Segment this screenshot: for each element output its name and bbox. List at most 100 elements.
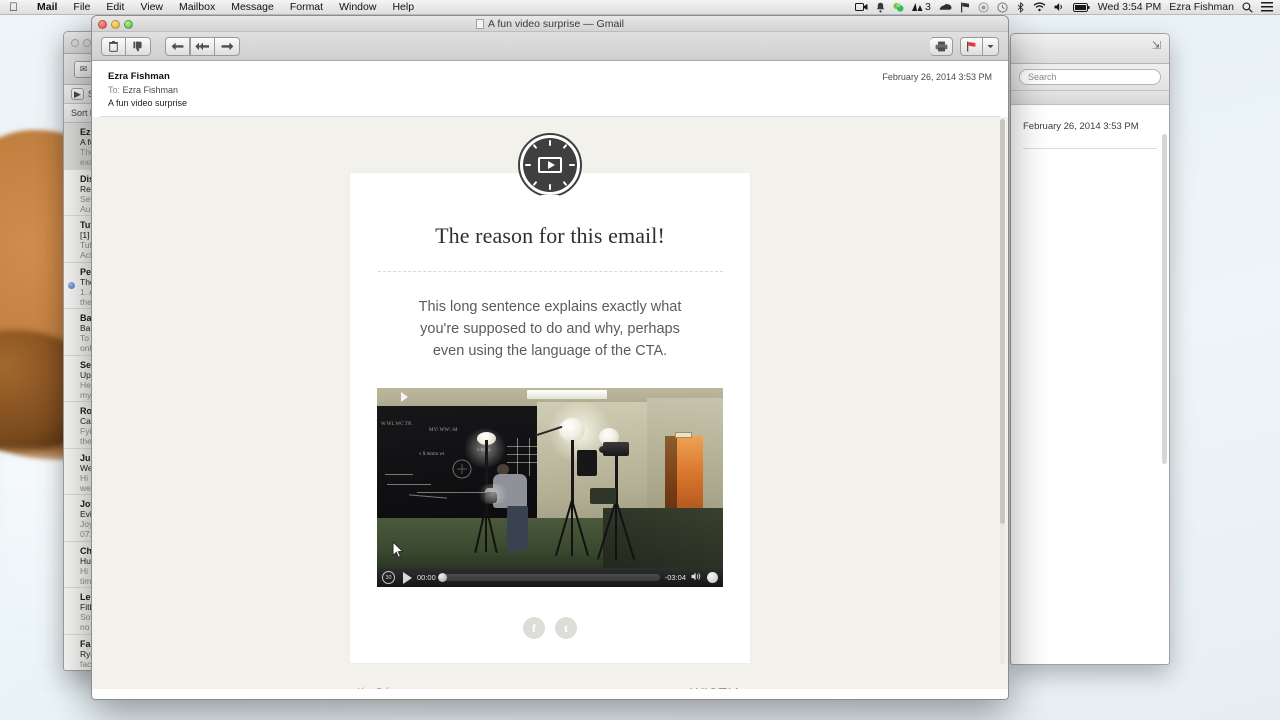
forward-button[interactable]: [215, 36, 240, 56]
ray-icon: [562, 143, 568, 150]
evernote-icon[interactable]: [893, 2, 904, 13]
document-icon: [476, 18, 484, 29]
expand-icon[interactable]: ⇲: [1150, 40, 1163, 52]
scene-box: [577, 450, 597, 477]
battery-icon[interactable]: [1072, 2, 1090, 12]
wistia-wordmark: WISTIA: [690, 685, 742, 689]
menu-item-mail[interactable]: Mail: [29, 1, 65, 13]
zoom-icon[interactable]: [124, 20, 133, 29]
bluetooth-icon[interactable]: [1016, 1, 1025, 13]
menu-item-edit[interactable]: Edit: [98, 1, 132, 13]
play-icon[interactable]: [403, 571, 412, 584]
menu-bar-user[interactable]: Ezra Fishman: [1169, 1, 1234, 13]
chalk-mark: [507, 462, 537, 464]
scene-ceiling-light: [527, 390, 607, 400]
close-icon[interactable]: [71, 38, 79, 47]
reply-all-button[interactable]: [190, 36, 215, 56]
dropbox-icon[interactable]: [939, 3, 952, 12]
chalk-mark: [387, 484, 431, 486]
video-thumbnail[interactable]: W WL WC TN. MY\ WW\ \M v $ mmm wt x tran…: [377, 388, 723, 569]
minimize-icon[interactable]: [83, 38, 91, 47]
message-viewer-window[interactable]: A fun video surprise — Gmail Ezra Fishma…: [91, 15, 1009, 700]
background-message-date: February 26, 2014 3:53 PM: [1023, 121, 1139, 132]
clock-icon[interactable]: [997, 1, 1008, 13]
scrubber-handle[interactable]: [437, 573, 447, 583]
volume-icon[interactable]: [1054, 2, 1065, 12]
progress-scrubber[interactable]: [437, 573, 660, 583]
email-heading: The reason for this email!: [435, 223, 665, 248]
message-recipient-row: To: Ezra Fishman: [108, 85, 994, 95]
network-meter-icon[interactable]: 3: [911, 1, 931, 13]
wistia-video-badge-icon: [518, 133, 582, 197]
background-message-window[interactable]: ⇲ Search February 26, 2014 3:53 PM: [1010, 33, 1170, 665]
scene-shelf: [590, 488, 616, 505]
fullscreen-ball-icon[interactable]: [707, 572, 718, 584]
twitter-icon[interactable]: t: [555, 617, 577, 640]
email-footer: View Online Email Preferences WISTIA 17 …: [350, 685, 750, 689]
social-links: f t: [523, 617, 577, 640]
flag-menu-chevron-down-icon[interactable]: [983, 36, 999, 56]
flag-icon[interactable]: [960, 2, 970, 13]
menu-item-message[interactable]: Message: [223, 1, 282, 13]
bell-icon[interactable]: [876, 2, 885, 13]
email-body-text: This long sentence explains exactly what…: [418, 299, 682, 360]
view-online-link[interactable]: View Online: [358, 685, 419, 689]
menu-bar-status-area: 3 Wed 3:54 PM Ezra Fishman: [854, 1, 1280, 13]
playback-cursor: [401, 392, 408, 403]
menu-item-help[interactable]: Help: [384, 1, 422, 13]
wifi-icon[interactable]: [1033, 2, 1046, 12]
spotlight-eye-icon[interactable]: [978, 1, 989, 13]
menu-item-window[interactable]: Window: [331, 1, 384, 13]
junk-button[interactable]: [126, 36, 151, 56]
email-body: The reason for this email! This long sen…: [92, 117, 1008, 689]
delete-button[interactable]: [101, 36, 126, 56]
notification-center-icon[interactable]: [1261, 2, 1273, 12]
menu-bar-clock[interactable]: Wed 3:54 PM: [1098, 1, 1161, 13]
email-scrollbar[interactable]: [1000, 119, 1005, 664]
facebook-icon[interactable]: f: [523, 617, 545, 640]
tripod-leg: [615, 500, 617, 561]
wistia-logo: WISTIA: [672, 685, 742, 689]
search-input[interactable]: Search: [1019, 69, 1161, 85]
delete-junk-group: [101, 36, 151, 56]
menu-item-file[interactable]: File: [65, 1, 98, 13]
apple-logo-icon[interactable]: : [9, 1, 18, 13]
window-controls: [98, 20, 133, 29]
tripod-leg: [485, 506, 487, 553]
show-icon[interactable]: ▶: [71, 88, 84, 100]
message-recipient: Ezra Fishman: [122, 85, 179, 95]
reply-button[interactable]: [165, 36, 190, 56]
scene-exit-sign: [675, 432, 692, 439]
message-sender: Ezra Fishman: [108, 71, 170, 82]
menu-item-mailbox[interactable]: Mailbox: [171, 1, 223, 13]
current-time: 00:00: [417, 573, 436, 583]
background-window-titlebar[interactable]: ⇲: [1011, 34, 1169, 64]
flag-button[interactable]: [960, 36, 983, 56]
to-label: To:: [108, 85, 121, 95]
video-player[interactable]: W WL WC TN. MY\ WW\ \M v $ mmm wt x tran…: [377, 388, 723, 588]
minimize-icon[interactable]: [111, 20, 120, 29]
video-controls[interactable]: 30 00:00 -03:04: [377, 568, 723, 588]
chalk-mark: [385, 474, 413, 476]
message-window-titlebar[interactable]: A fun video surprise — Gmail: [92, 16, 1008, 32]
chalk-mark: [507, 446, 537, 448]
message-toolbar: [92, 32, 1008, 61]
background-toolbar-strip: [1011, 91, 1169, 105]
print-button[interactable]: [930, 36, 953, 56]
menu-item-format[interactable]: Format: [282, 1, 331, 13]
remaining-time: -03:04: [664, 573, 686, 583]
close-icon[interactable]: [98, 20, 107, 29]
screen-recording-icon[interactable]: [854, 2, 868, 12]
background-scrollbar[interactable]: [1162, 134, 1167, 464]
menu-item-view[interactable]: View: [132, 1, 171, 13]
message-header: Ezra Fishman To: Ezra Fishman A fun vide…: [92, 61, 1008, 116]
rewind-30-icon[interactable]: 30: [382, 571, 395, 585]
softbox-light: [559, 418, 585, 443]
volume-icon[interactable]: [691, 572, 702, 583]
background-divider: [1023, 148, 1157, 149]
window-title-text: A fun video surprise — Gmail: [488, 17, 624, 30]
email-logo: [518, 133, 582, 197]
tv-screen-shape: [538, 157, 562, 173]
search-icon[interactable]: [1242, 1, 1253, 13]
email-scrollbar-thumb[interactable]: [1000, 119, 1005, 524]
